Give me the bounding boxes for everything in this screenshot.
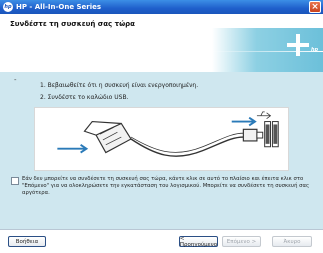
close-button[interactable]: ×	[309, 1, 321, 13]
window-title: HP - All-In-One Series	[16, 3, 102, 11]
hp-logo-icon: hp	[3, 2, 13, 12]
back-button[interactable]: < Προηγούμενο	[179, 236, 218, 248]
title-bar[interactable]: hp HP - All-In-One Series ×	[0, 0, 323, 14]
connect-later-checkbox[interactable]	[11, 177, 19, 185]
next-button[interactable]: Επόμενο >	[222, 236, 261, 247]
bullet-dash: -	[14, 76, 17, 84]
plus-logo-icon	[287, 34, 309, 56]
cancel-button[interactable]: Άκυρο	[272, 236, 312, 247]
hp-logo-text: hp	[4, 4, 12, 10]
step-1-text: 1. Βεβαιωθείτε ότι η συσκευή είναι ενεργ…	[40, 82, 199, 89]
installer-window: hp HP - All-In-One Series × Συνδέστε τη …	[0, 0, 323, 253]
hp-brand-text: hp	[311, 47, 319, 53]
page-heading: Συνδέστε τη συσκευή σας τώρα	[10, 20, 135, 28]
content-panel: - 1. Βεβαιωθείτε ότι η συσκευή είναι ενε…	[0, 72, 323, 229]
header-panel: Συνδέστε τη συσκευή σας τώρα hp	[0, 14, 323, 72]
footer-bar: Βοήθεια < Προηγούμενο Επόμενο > Άκυρο	[0, 229, 323, 253]
step-2-text: 2. Συνδέστε το καλώδιο USB.	[40, 94, 129, 101]
usb-cable-illustration	[34, 107, 289, 171]
help-button[interactable]: Βοήθεια	[8, 236, 46, 247]
connect-later-note: Εάν δεν μπορείτε να συνδέσετε τη συσκευή…	[22, 176, 310, 196]
usb-cable-connection-icon	[57, 111, 279, 157]
